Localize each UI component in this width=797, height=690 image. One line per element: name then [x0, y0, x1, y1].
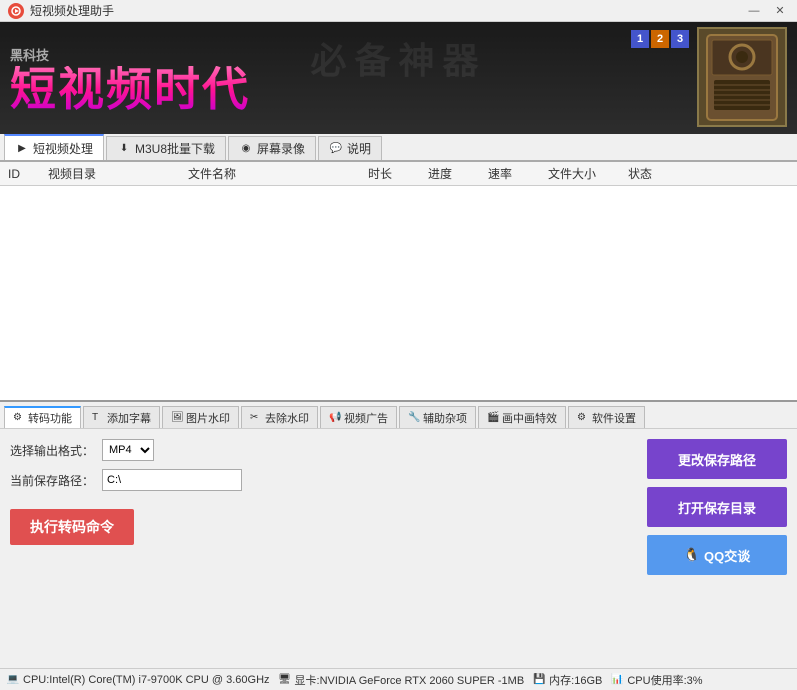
badge-1: 1 — [631, 30, 649, 48]
tab-video-icon: ▶ — [15, 141, 29, 155]
tab-help-icon: 💬 — [329, 142, 343, 156]
format-label: 选择输出格式： — [10, 442, 94, 459]
mem-status: 💾 内存:16GB — [532, 672, 602, 688]
tab-screen[interactable]: ◉ 屏幕录像 — [228, 136, 316, 160]
func-tab-remove-watermark[interactable]: ✂ 去除水印 — [241, 406, 318, 428]
close-button[interactable]: ✕ — [771, 2, 789, 20]
func-tab-subtitle[interactable]: T 添加字幕 — [83, 406, 160, 428]
func-tab-watermark-img[interactable]: 🖼 图片水印 — [162, 406, 239, 428]
subtitle-icon: T — [92, 412, 104, 424]
qq-icon: 🐧 — [684, 547, 700, 563]
ad-icon: 📢 — [329, 412, 341, 424]
cpu-usage-label: CPU使用率:3% — [627, 672, 702, 688]
settings-icon: ⚙ — [577, 412, 589, 424]
gpu-label: 显卡:NVIDIA GeForce RTX 2060 SUPER -1MB — [295, 672, 525, 688]
col-header-prog: 进度 — [424, 165, 484, 182]
col-header-name: 文件名称 — [184, 165, 364, 182]
gpu-icon: 🖥 — [278, 673, 292, 687]
col-header-status: 状态 — [624, 165, 793, 182]
table-header: ID 视频目录 文件名称 时长 进度 速率 文件大小 状态 — [0, 162, 797, 186]
path-input[interactable] — [102, 469, 242, 491]
tab-video-label: 短视频处理 — [33, 140, 93, 157]
cpu-usage-icon: 📊 — [610, 673, 624, 687]
qq-chat-label: QQ交谈 — [704, 546, 750, 565]
tab-m3u8[interactable]: ⬇ M3U8批量下载 — [106, 136, 226, 160]
col-header-dir: 视频目录 — [44, 165, 184, 182]
main-tabs-row: ▶ 短视频处理 ⬇ M3U8批量下载 ◉ 屏幕录像 💬 说明 — [0, 134, 797, 162]
col-header-dur: 时长 — [364, 165, 424, 182]
banner-decoration — [697, 27, 787, 127]
cpu-usage-status: 📊 CPU使用率:3% — [610, 672, 702, 688]
func-content: 选择输出格式： MP4 AVI MKV FLV MOV 当前保存路径： 执行转码… — [0, 429, 797, 585]
func-tab-misc[interactable]: 🔧 辅助杂项 — [399, 406, 476, 428]
pip-icon: 🎬 — [487, 412, 499, 424]
badge-3: 3 — [671, 30, 689, 48]
qq-chat-button[interactable]: 🐧 QQ交谈 — [647, 535, 787, 575]
cpu-label: CPU:Intel(R) Core(TM) i7-9700K CPU @ 3.6… — [23, 674, 270, 686]
banner: 必备神器 黑科技 短视频时代 1 2 3 — [0, 22, 797, 134]
func-tab-ad-label: 视频广告 — [344, 410, 388, 426]
func-tab-transcode-label: 转码功能 — [28, 410, 72, 426]
open-dir-button[interactable]: 打开保存目录 — [647, 487, 787, 527]
func-tab-settings-label: 软件设置 — [592, 410, 636, 426]
change-path-button[interactable]: 更改保存路径 — [647, 439, 787, 479]
path-row: 当前保存路径： — [10, 469, 637, 491]
tab-m3u8-icon: ⬇ — [117, 142, 131, 156]
minimize-button[interactable]: — — [745, 2, 763, 20]
window-controls: — ✕ — [745, 2, 789, 20]
func-tab-ad[interactable]: 📢 视频广告 — [320, 406, 397, 428]
tab-screen-label: 屏幕录像 — [257, 140, 305, 157]
func-left-panel: 选择输出格式： MP4 AVI MKV FLV MOV 当前保存路径： 执行转码… — [10, 439, 637, 575]
watermark-img-icon: 🖼 — [171, 412, 183, 424]
tab-screen-icon: ◉ — [239, 142, 253, 156]
func-tabs: ⚙ 转码功能 T 添加字幕 🖼 图片水印 ✂ 去除水印 📢 视频广告 🔧 辅助杂… — [0, 402, 797, 429]
banner-badges: 1 2 3 — [631, 30, 689, 48]
func-tab-misc-label: 辅助杂项 — [423, 410, 467, 426]
tab-help-label: 说明 — [347, 140, 371, 157]
path-label: 当前保存路径： — [10, 472, 94, 489]
bottom-area: ⚙ 转码功能 T 添加字幕 🖼 图片水印 ✂ 去除水印 📢 视频广告 🔧 辅助杂… — [0, 402, 797, 585]
tab-m3u8-label: M3U8批量下载 — [135, 140, 215, 157]
app-icon — [8, 3, 24, 19]
misc-icon: 🔧 — [408, 412, 420, 424]
exec-transcode-button[interactable]: 执行转码命令 — [10, 509, 134, 545]
func-tab-watermark-img-label: 图片水印 — [186, 410, 230, 426]
col-header-size: 文件大小 — [544, 165, 624, 182]
table-area: ID 视频目录 文件名称 时长 进度 速率 文件大小 状态 — [0, 162, 797, 402]
table-body — [0, 186, 797, 396]
func-tab-pip[interactable]: 🎬 画中画特效 — [478, 406, 566, 428]
mem-icon: 💾 — [532, 673, 546, 687]
title-bar: 短视频处理助手 — ✕ — [0, 0, 797, 22]
remove-watermark-icon: ✂ — [250, 412, 262, 424]
gpu-status: 🖥 显卡:NVIDIA GeForce RTX 2060 SUPER -1MB — [278, 672, 525, 688]
banner-main-title: 短视频时代 — [10, 66, 797, 112]
tab-help[interactable]: 💬 说明 — [318, 136, 382, 160]
format-row: 选择输出格式： MP4 AVI MKV FLV MOV — [10, 439, 637, 461]
func-tab-remove-watermark-label: 去除水印 — [265, 410, 309, 426]
transcode-icon: ⚙ — [13, 412, 25, 424]
func-tab-transcode[interactable]: ⚙ 转码功能 — [4, 406, 81, 428]
col-header-id: ID — [4, 167, 44, 181]
status-bar: 💻 CPU:Intel(R) Core(TM) i7-9700K CPU @ 3… — [0, 668, 797, 690]
func-right-panel: 更改保存路径 打开保存目录 🐧 QQ交谈 — [647, 439, 787, 575]
func-tab-subtitle-label: 添加字幕 — [107, 410, 151, 426]
mem-label: 内存:16GB — [549, 672, 602, 688]
col-header-speed: 速率 — [484, 165, 544, 182]
cpu-icon: 💻 — [6, 673, 20, 687]
cpu-status: 💻 CPU:Intel(R) Core(TM) i7-9700K CPU @ 3… — [6, 673, 270, 687]
exec-btn-row: 执行转码命令 — [10, 499, 637, 545]
func-tab-settings[interactable]: ⚙ 软件设置 — [568, 406, 645, 428]
format-select[interactable]: MP4 AVI MKV FLV MOV — [102, 439, 154, 461]
app-title: 短视频处理助手 — [30, 2, 745, 19]
tab-video[interactable]: ▶ 短视频处理 — [4, 134, 104, 160]
func-tab-pip-label: 画中画特效 — [502, 410, 557, 426]
badge-2: 2 — [651, 30, 669, 48]
